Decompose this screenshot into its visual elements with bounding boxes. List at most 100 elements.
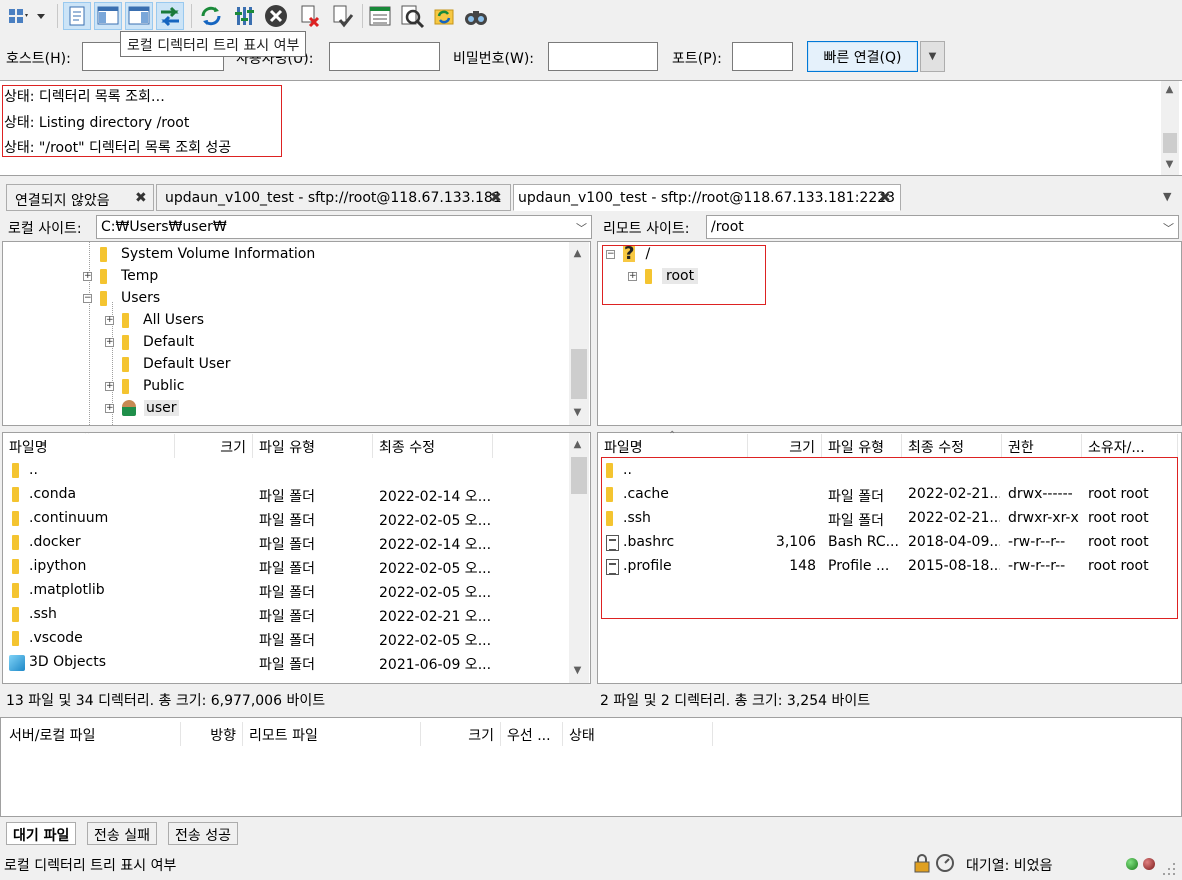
table-row[interactable]: .matplotlib 파일 폴더 2022-02-05 오...: [3, 579, 569, 603]
folder-icon: [12, 631, 19, 646]
table-row[interactable]: ..: [3, 459, 569, 483]
lock-icon: [912, 853, 934, 877]
column-header-owner[interactable]: 소유자/...: [1082, 434, 1178, 458]
message-log: 상태: 디렉터리 목록 조회… 상태: Listing directory /r…: [0, 80, 1182, 176]
tab-disconnected[interactable]: 연결되지 않았음 ✖: [6, 184, 154, 211]
table-row[interactable]: .ssh 파일 폴더 2022-02-21 오...: [3, 603, 569, 627]
column-header-size[interactable]: 크기: [748, 434, 822, 458]
log-scrollbar[interactable]: ▲ ▼: [1161, 81, 1179, 175]
column-header-size[interactable]: 크기: [175, 434, 253, 458]
close-icon[interactable]: ✖: [490, 190, 502, 206]
column-header-modified[interactable]: 최종 수정: [373, 434, 493, 458]
search-icon[interactable]: [462, 2, 490, 30]
folder-icon: [12, 583, 19, 598]
column-header-type[interactable]: 파일 유형: [822, 434, 902, 458]
site-manager-dropdown-icon[interactable]: [32, 2, 50, 30]
tab-connection-1[interactable]: updaun_v100_test - sftp://root@118.67.13…: [156, 184, 511, 211]
column-header-name[interactable]: 파일명 ⌃: [598, 430, 748, 458]
tab-list-chevron-icon[interactable]: ▼: [1163, 190, 1171, 203]
local-path-input[interactable]: C:₩Users₩user₩ ﹀: [96, 215, 592, 239]
tree-node[interactable]: + Public: [105, 378, 184, 394]
expand-icon[interactable]: +: [105, 315, 114, 325]
scroll-thumb[interactable]: [571, 457, 587, 494]
tree-node[interactable]: − Users: [83, 290, 160, 306]
scroll-up-icon[interactable]: ▲: [1161, 84, 1178, 95]
tree-node-label: Public: [143, 378, 185, 394]
column-header-modified[interactable]: 최종 수정: [902, 434, 1002, 458]
tree-node-label: System Volume Information: [121, 246, 316, 262]
column-header-permissions[interactable]: 권한: [1002, 434, 1082, 458]
tab-successful-transfers[interactable]: 전송 성공: [168, 822, 238, 845]
table-row[interactable]: .ipython 파일 폴더 2022-02-05 오...: [3, 555, 569, 579]
chevron-down-icon[interactable]: ﹀: [1163, 220, 1174, 236]
remote-tree-icon[interactable]: [125, 2, 153, 30]
sync-browse-icon[interactable]: [430, 2, 458, 30]
cell-type: 파일 폴더: [259, 489, 315, 505]
user-input[interactable]: [329, 42, 440, 71]
message-log-icon[interactable]: [63, 2, 91, 30]
password-input[interactable]: [548, 42, 658, 71]
directory-listing-filter-icon[interactable]: [366, 2, 394, 30]
scroll-down-icon[interactable]: ▼: [569, 407, 586, 418]
table-row[interactable]: .vscode 파일 폴더 2022-02-05 오...: [3, 627, 569, 651]
column-header-type[interactable]: 파일 유형: [253, 434, 373, 458]
table-row[interactable]: .docker 파일 폴더 2022-02-14 오...: [3, 531, 569, 555]
column-header-name[interactable]: 파일명 ⌃: [3, 433, 175, 458]
quickconnect-button[interactable]: 빠른 연결(Q): [807, 41, 918, 72]
tab-failed-transfers[interactable]: 전송 실패: [87, 822, 157, 845]
local-tree-scrollbar[interactable]: ▲ ▼: [569, 242, 589, 425]
local-site-bar: 로컬 사이트: C:₩Users₩user₩ ﹀: [2, 214, 592, 240]
scroll-thumb[interactable]: [571, 349, 587, 399]
scroll-down-icon[interactable]: ▼: [1161, 159, 1178, 170]
refresh-icon[interactable]: [197, 2, 225, 30]
expand-icon[interactable]: +: [105, 337, 114, 347]
close-icon[interactable]: ✖: [135, 190, 147, 206]
column-header-local-file[interactable]: 서버/로컬 파일: [3, 722, 181, 746]
tree-node[interactable]: Default User: [105, 356, 231, 372]
cell-modified: 2022-02-21 오...: [379, 609, 492, 625]
tree-node[interactable]: + All Users: [105, 312, 204, 328]
site-manager-icon[interactable]: [4, 2, 32, 30]
resize-grip-icon[interactable]: [1160, 860, 1178, 876]
table-row[interactable]: .continuum 파일 폴더 2022-02-05 오...: [3, 507, 569, 531]
column-header-direction[interactable]: 방향: [181, 722, 243, 746]
column-header-remote-file[interactable]: 리모트 파일: [243, 722, 421, 746]
table-row[interactable]: 3D Objects 파일 폴더 2021-06-09 오...: [3, 651, 569, 675]
scroll-up-icon[interactable]: ▲: [569, 439, 586, 450]
scroll-thumb[interactable]: [1163, 133, 1177, 153]
scroll-up-icon[interactable]: ▲: [569, 248, 586, 259]
expand-icon[interactable]: +: [105, 403, 114, 413]
tree-node[interactable]: + user: [105, 400, 179, 416]
chevron-down-icon[interactable]: ﹀: [576, 220, 587, 236]
cell-modified: 2022-02-05 오...: [379, 585, 492, 601]
local-tree-icon[interactable]: [94, 2, 122, 30]
tab-connection-2[interactable]: updaun_v100_test - sftp://root@118.67.13…: [513, 184, 901, 211]
cancel-icon[interactable]: [262, 2, 290, 30]
compare-icon[interactable]: [398, 2, 426, 30]
table-row[interactable]: .conda 파일 폴더 2022-02-14 오...: [3, 483, 569, 507]
disconnect-icon[interactable]: [296, 2, 324, 30]
port-input[interactable]: [732, 42, 793, 71]
highlight-box: [602, 245, 766, 305]
expand-icon[interactable]: +: [105, 381, 114, 391]
scroll-down-icon[interactable]: ▼: [569, 665, 586, 676]
expand-icon[interactable]: +: [83, 271, 92, 281]
tree-node[interactable]: System Volume Information: [83, 246, 315, 262]
tab-queued-files[interactable]: 대기 파일: [6, 822, 77, 845]
remote-path-input[interactable]: /root ﹀: [706, 215, 1179, 239]
local-list-scrollbar[interactable]: ▲ ▼: [569, 433, 589, 683]
tree-node[interactable]: + Temp: [83, 268, 158, 284]
tree-node-label: All Users: [143, 312, 205, 328]
tree-node[interactable]: + Default: [105, 334, 194, 350]
column-header-status[interactable]: 상태: [563, 722, 713, 746]
collapse-icon[interactable]: −: [83, 293, 92, 303]
folder-icon: [100, 246, 107, 262]
process-queue-icon[interactable]: [230, 2, 258, 30]
reconnect-icon[interactable]: [328, 2, 356, 30]
speed-limit-icon[interactable]: [935, 853, 957, 877]
column-header-size[interactable]: 크기: [421, 722, 501, 746]
transfer-queue-icon[interactable]: [156, 2, 184, 30]
close-icon[interactable]: ✖: [879, 190, 891, 206]
column-header-priority[interactable]: 우선 ...: [501, 722, 563, 746]
quickconnect-history-button[interactable]: ▼: [920, 41, 945, 72]
